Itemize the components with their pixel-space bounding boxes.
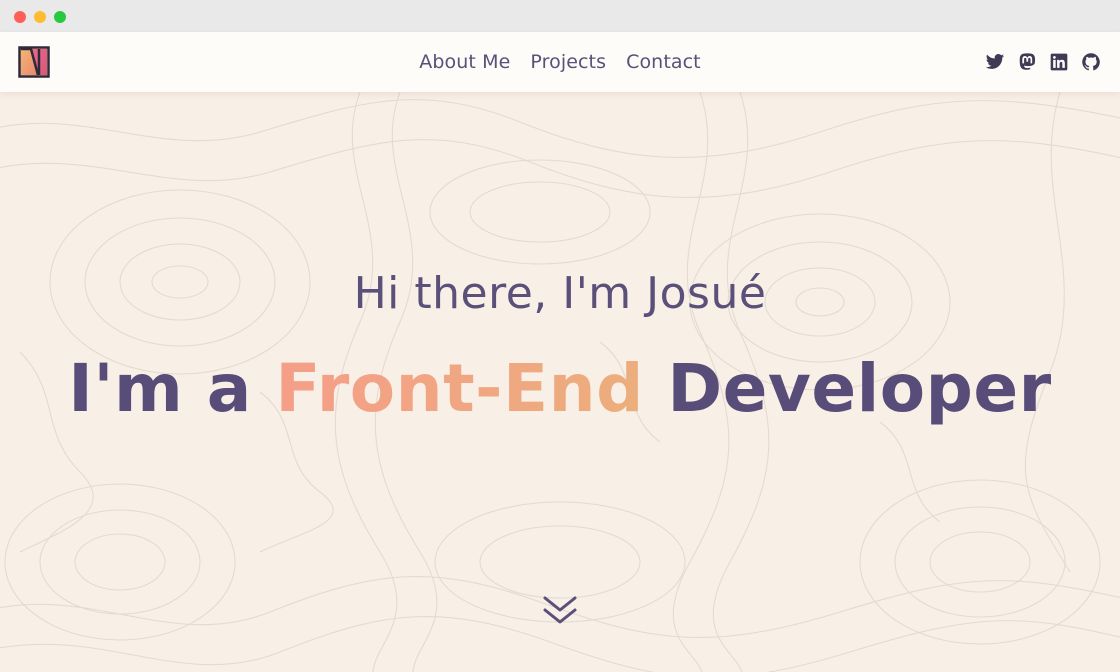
social-links (984, 51, 1102, 73)
site-navbar: About Me Projects Contact (0, 32, 1120, 92)
linkedin-icon[interactable] (1048, 51, 1070, 73)
minimize-window-button[interactable] (34, 11, 46, 23)
hero-section: Hi there, I'm Josué I'm a Front-End Deve… (0, 92, 1120, 672)
window-titlebar (0, 0, 1120, 32)
nav-link-contact[interactable]: Contact (626, 51, 701, 73)
chevron-double-down-icon[interactable] (541, 592, 579, 630)
browser-window: About Me Projects Contact Hi there, I'm … (0, 0, 1120, 672)
hero-greeting: Hi there, I'm Josué (353, 268, 767, 319)
nav-link-about-me[interactable]: About Me (419, 51, 510, 73)
maximize-window-button[interactable] (54, 11, 66, 23)
twitter-icon[interactable] (984, 51, 1006, 73)
headline-prefix: I'm a (68, 350, 252, 427)
headline-suffix: Developer (667, 350, 1052, 427)
primary-navigation: About Me Projects Contact (0, 32, 1120, 92)
mastodon-icon[interactable] (1016, 51, 1038, 73)
github-icon[interactable] (1080, 51, 1102, 73)
hero-headline: I'm a Front-End Developer (0, 350, 1120, 427)
close-window-button[interactable] (14, 11, 26, 23)
nav-link-projects[interactable]: Projects (530, 51, 606, 73)
headline-highlight: Front-End (275, 350, 644, 427)
